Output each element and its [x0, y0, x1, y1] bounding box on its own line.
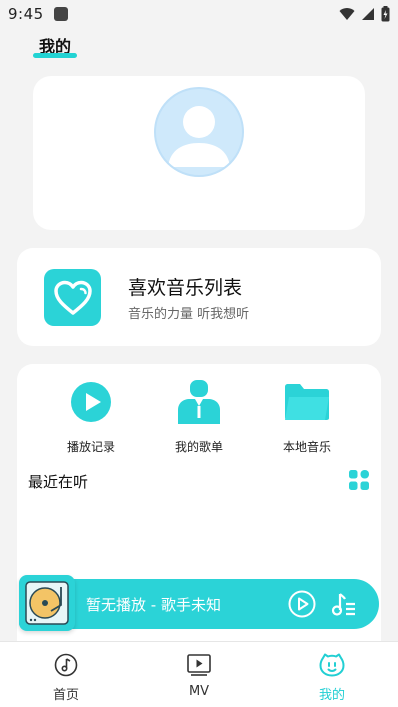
folder-icon [285, 384, 329, 420]
smile-face-icon [319, 653, 345, 677]
mini-player[interactable]: 暂无播放 - 歌手未知 [19, 575, 379, 631]
quick-action-label: 本地音乐 [282, 440, 331, 454]
battery-icon [381, 6, 390, 22]
avatar[interactable] [154, 87, 244, 177]
title-underline [33, 53, 77, 58]
user-avatar-icon [168, 106, 230, 167]
notification-icon [53, 7, 68, 21]
playlist-icon[interactable] [331, 591, 357, 617]
quick-action-label: 播放记录 [66, 440, 115, 454]
user-suit-icon [178, 380, 220, 424]
quick-action-local-music[interactable]: 本地音乐 [267, 380, 347, 455]
wifi-icon [339, 8, 355, 20]
nav-label: 首页 [52, 688, 79, 703]
status-icons [339, 6, 390, 22]
nav-label: 我的 [318, 688, 345, 703]
quick-action-my-playlists[interactable]: 我的歌单 [159, 380, 239, 455]
music-note-icon [54, 653, 78, 677]
favorites-subtitle: 音乐的力量 听我想听 [128, 307, 250, 322]
nav-label: MV [188, 684, 210, 699]
play-circle-icon [71, 382, 111, 422]
video-play-icon [187, 654, 211, 676]
status-bar: 9:45 [0, 0, 398, 28]
recent-title: 最近在听 [28, 473, 89, 491]
status-time: 9:45 [8, 5, 44, 23]
signal-icon [362, 8, 374, 20]
nav-item-home[interactable]: 首页 [36, 652, 96, 703]
nav-item-mv[interactable]: MV [169, 652, 229, 699]
grid-view-icon[interactable] [349, 470, 369, 490]
profile-card [33, 76, 365, 230]
play-button[interactable] [288, 590, 316, 618]
favorites-title: 喜欢音乐列表 [128, 277, 243, 299]
album-cover[interactable] [19, 575, 75, 631]
heart-icon [44, 269, 101, 326]
bottom-nav: 首页 MV 我的 [0, 641, 398, 707]
now-playing-text: 暂无播放 - 歌手未知 [86, 596, 221, 614]
quick-action-play-history[interactable]: 播放记录 [51, 380, 131, 455]
nav-item-mine[interactable]: 我的 [302, 652, 362, 703]
quick-action-label: 我的歌单 [174, 440, 223, 454]
favorites-card[interactable]: 喜欢音乐列表 音乐的力量 听我想听 [17, 248, 381, 346]
record-player-icon [25, 581, 69, 625]
